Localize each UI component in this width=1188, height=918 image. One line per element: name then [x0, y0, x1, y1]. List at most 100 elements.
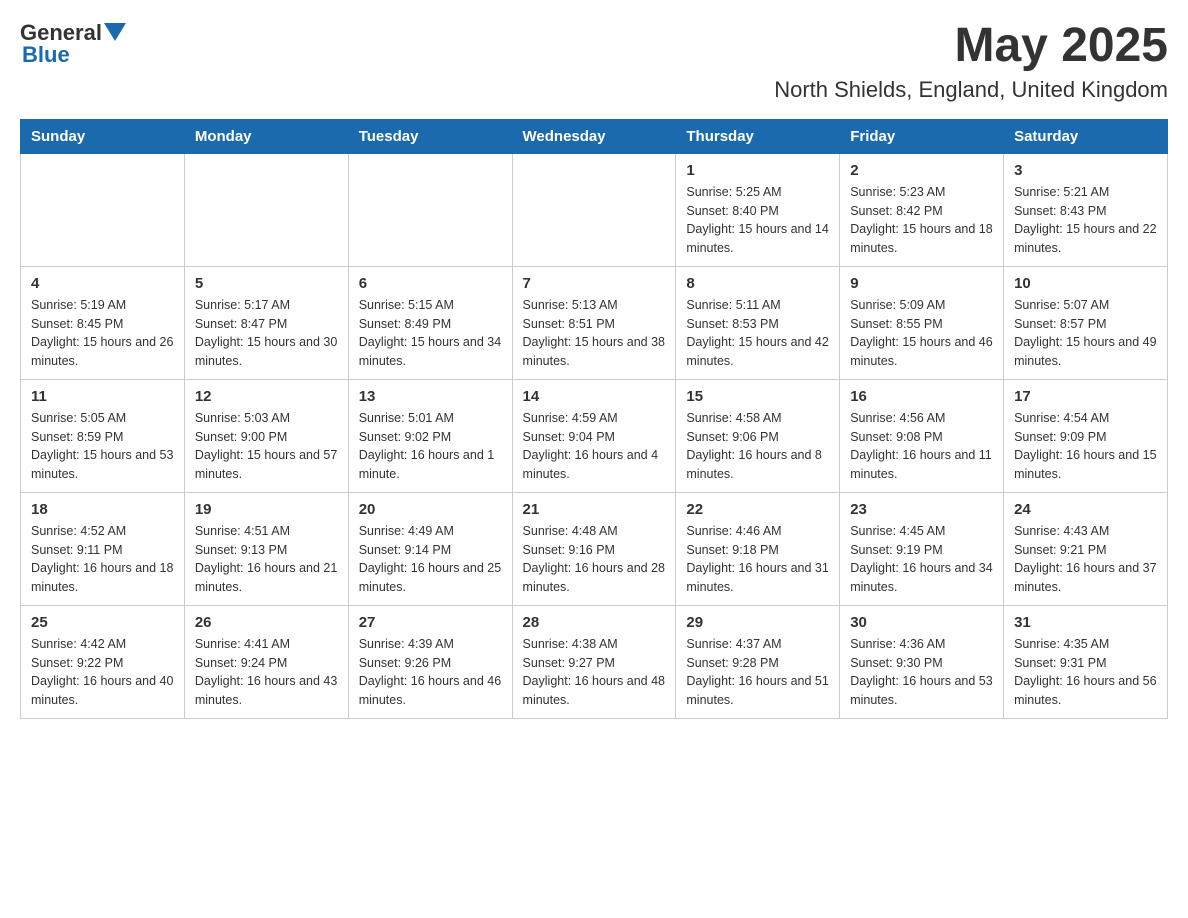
logo: General Blue [20, 20, 126, 68]
day-info: Sunrise: 5:03 AMSunset: 9:00 PMDaylight:… [195, 409, 338, 484]
day-info: Sunrise: 4:38 AMSunset: 9:27 PMDaylight:… [523, 635, 666, 710]
calendar-week-row: 1 Sunrise: 5:25 AMSunset: 8:40 PMDaylight… [21, 153, 1168, 266]
day-number: 6 [359, 275, 502, 292]
title-section: May 2025 North Shields, England, United … [774, 20, 1168, 103]
day-info: Sunrise: 4:41 AMSunset: 9:24 PMDaylight:… [195, 635, 338, 710]
calendar-header-row: SundayMondayTuesdayWednesdayThursdayFrid… [21, 119, 1168, 153]
day-number: 5 [195, 275, 338, 292]
day-info: Sunrise: 4:43 AMSunset: 9:21 PMDaylight:… [1014, 522, 1157, 597]
calendar-cell: 20 Sunrise: 4:49 AMSunset: 9:14 PMDayligh… [348, 492, 512, 605]
calendar-cell: 6 Sunrise: 5:15 AMSunset: 8:49 PMDaylight… [348, 266, 512, 379]
day-number: 12 [195, 388, 338, 405]
calendar-week-row: 4 Sunrise: 5:19 AMSunset: 8:45 PMDaylight… [21, 266, 1168, 379]
calendar-header-wednesday: Wednesday [512, 119, 676, 153]
day-number: 8 [686, 275, 829, 292]
calendar-cell: 25Sunrise: 4:42 AMSunset: 9:22 PMDayligh… [21, 605, 185, 718]
calendar-cell: 26 Sunrise: 4:41 AMSunset: 9:24 PMDayligh… [184, 605, 348, 718]
day-info: Sunrise: 4:37 AMSunset: 9:28 PMDaylight:… [686, 635, 829, 710]
day-number: 16 [850, 388, 993, 405]
day-info: Sunrise: 4:36 AMSunset: 9:30 PMDaylight:… [850, 635, 993, 710]
day-info: Sunrise: 4:59 AMSunset: 9:04 PMDaylight:… [523, 409, 666, 484]
day-number: 14 [523, 388, 666, 405]
calendar-table: SundayMondayTuesdayWednesdayThursdayFrid… [20, 119, 1168, 719]
day-info: Sunrise: 4:52 AMSunset: 9:11 PMDaylight:… [31, 522, 174, 597]
calendar-week-row: 18 Sunrise: 4:52 AMSunset: 9:11 PMDayligh… [21, 492, 1168, 605]
day-number: 13 [359, 388, 502, 405]
calendar-cell: 17Sunrise: 4:54 AMSunset: 9:09 PMDayligh… [1004, 379, 1168, 492]
day-number: 21 [523, 501, 666, 518]
calendar-cell [512, 153, 676, 266]
calendar-cell: 18 Sunrise: 4:52 AMSunset: 9:11 PMDayligh… [21, 492, 185, 605]
page-header: General Blue May 2025 North Shields, Eng… [20, 20, 1168, 103]
calendar-cell: 19 Sunrise: 4:51 AMSunset: 9:13 PMDayligh… [184, 492, 348, 605]
day-info: Sunrise: 5:25 AMSunset: 8:40 PMDaylight:… [686, 183, 829, 258]
calendar-cell: 8 Sunrise: 5:11 AMSunset: 8:53 PMDaylight… [676, 266, 840, 379]
day-info: Sunrise: 5:19 AMSunset: 8:45 PMDaylight:… [31, 296, 174, 371]
calendar-cell: 2 Sunrise: 5:23 AMSunset: 8:42 PMDaylight… [840, 153, 1004, 266]
calendar-cell: 4 Sunrise: 5:19 AMSunset: 8:45 PMDaylight… [21, 266, 185, 379]
calendar-cell: 30 Sunrise: 4:36 AMSunset: 9:30 PMDayligh… [840, 605, 1004, 718]
page-subtitle: North Shields, England, United Kingdom [774, 77, 1168, 103]
calendar-cell: 15Sunrise: 4:58 AMSunset: 9:06 PMDayligh… [676, 379, 840, 492]
calendar-header-friday: Friday [840, 119, 1004, 153]
day-number: 20 [359, 501, 502, 518]
day-number: 9 [850, 275, 993, 292]
calendar-cell [184, 153, 348, 266]
day-info: Sunrise: 4:49 AMSunset: 9:14 PMDaylight:… [359, 522, 502, 597]
calendar-cell: 5 Sunrise: 5:17 AMSunset: 8:47 PMDaylight… [184, 266, 348, 379]
calendar-cell: 9 Sunrise: 5:09 AMSunset: 8:55 PMDaylight… [840, 266, 1004, 379]
day-info: Sunrise: 4:39 AMSunset: 9:26 PMDaylight:… [359, 635, 502, 710]
calendar-cell: 22 Sunrise: 4:46 AMSunset: 9:18 PMDayligh… [676, 492, 840, 605]
day-info: Sunrise: 5:07 AMSunset: 8:57 PMDaylight:… [1014, 296, 1157, 371]
day-number: 26 [195, 614, 338, 631]
day-number: 29 [686, 614, 829, 631]
calendar-cell [21, 153, 185, 266]
day-info: Sunrise: 5:17 AMSunset: 8:47 PMDaylight:… [195, 296, 338, 371]
calendar-header-tuesday: Tuesday [348, 119, 512, 153]
day-number: 19 [195, 501, 338, 518]
calendar-cell: 24 Sunrise: 4:43 AMSunset: 9:21 PMDayligh… [1004, 492, 1168, 605]
day-number: 15 [686, 388, 829, 405]
calendar-header-sunday: Sunday [21, 119, 185, 153]
day-info: Sunrise: 4:48 AMSunset: 9:16 PMDaylight:… [523, 522, 666, 597]
day-number: 18 [31, 501, 174, 518]
day-info: Sunrise: 5:23 AMSunset: 8:42 PMDaylight:… [850, 183, 993, 258]
day-number: 31 [1014, 614, 1157, 631]
calendar-cell: 3 Sunrise: 5:21 AMSunset: 8:43 PMDaylight… [1004, 153, 1168, 266]
calendar-cell: 28 Sunrise: 4:38 AMSunset: 9:27 PMDayligh… [512, 605, 676, 718]
day-info: Sunrise: 4:35 AMSunset: 9:31 PMDaylight:… [1014, 635, 1157, 710]
calendar-week-row: 25Sunrise: 4:42 AMSunset: 9:22 PMDayligh… [21, 605, 1168, 718]
day-number: 11 [31, 388, 174, 405]
day-number: 30 [850, 614, 993, 631]
day-number: 4 [31, 275, 174, 292]
day-info: Sunrise: 4:51 AMSunset: 9:13 PMDaylight:… [195, 522, 338, 597]
day-number: 3 [1014, 162, 1157, 179]
day-info: Sunrise: 5:01 AMSunset: 9:02 PMDaylight:… [359, 409, 502, 484]
page-title: May 2025 [774, 20, 1168, 73]
logo-triangle-icon [104, 23, 126, 41]
calendar-cell: 12 Sunrise: 5:03 AMSunset: 9:00 PMDayligh… [184, 379, 348, 492]
day-number: 23 [850, 501, 993, 518]
day-number: 7 [523, 275, 666, 292]
day-info: Sunrise: 4:42 AMSunset: 9:22 PMDaylight:… [31, 635, 174, 710]
day-number: 28 [523, 614, 666, 631]
calendar-cell [348, 153, 512, 266]
day-number: 22 [686, 501, 829, 518]
logo-blue: Blue [22, 42, 70, 68]
calendar-cell: 10 Sunrise: 5:07 AMSunset: 8:57 PMDayligh… [1004, 266, 1168, 379]
day-info: Sunrise: 5:11 AMSunset: 8:53 PMDaylight:… [686, 296, 829, 371]
day-info: Sunrise: 4:45 AMSunset: 9:19 PMDaylight:… [850, 522, 993, 597]
calendar-cell: 11 Sunrise: 5:05 AMSunset: 8:59 PMDayligh… [21, 379, 185, 492]
day-number: 2 [850, 162, 993, 179]
day-number: 24 [1014, 501, 1157, 518]
day-info: Sunrise: 5:09 AMSunset: 8:55 PMDaylight:… [850, 296, 993, 371]
day-info: Sunrise: 4:46 AMSunset: 9:18 PMDaylight:… [686, 522, 829, 597]
day-info: Sunrise: 5:05 AMSunset: 8:59 PMDaylight:… [31, 409, 174, 484]
day-info: Sunrise: 5:15 AMSunset: 8:49 PMDaylight:… [359, 296, 502, 371]
day-info: Sunrise: 4:54 AMSunset: 9:09 PMDaylight:… [1014, 409, 1157, 484]
day-number: 1 [686, 162, 829, 179]
day-number: 10 [1014, 275, 1157, 292]
day-info: Sunrise: 5:21 AMSunset: 8:43 PMDaylight:… [1014, 183, 1157, 258]
calendar-cell: 21 Sunrise: 4:48 AMSunset: 9:16 PMDayligh… [512, 492, 676, 605]
calendar-cell: 31 Sunrise: 4:35 AMSunset: 9:31 PMDayligh… [1004, 605, 1168, 718]
